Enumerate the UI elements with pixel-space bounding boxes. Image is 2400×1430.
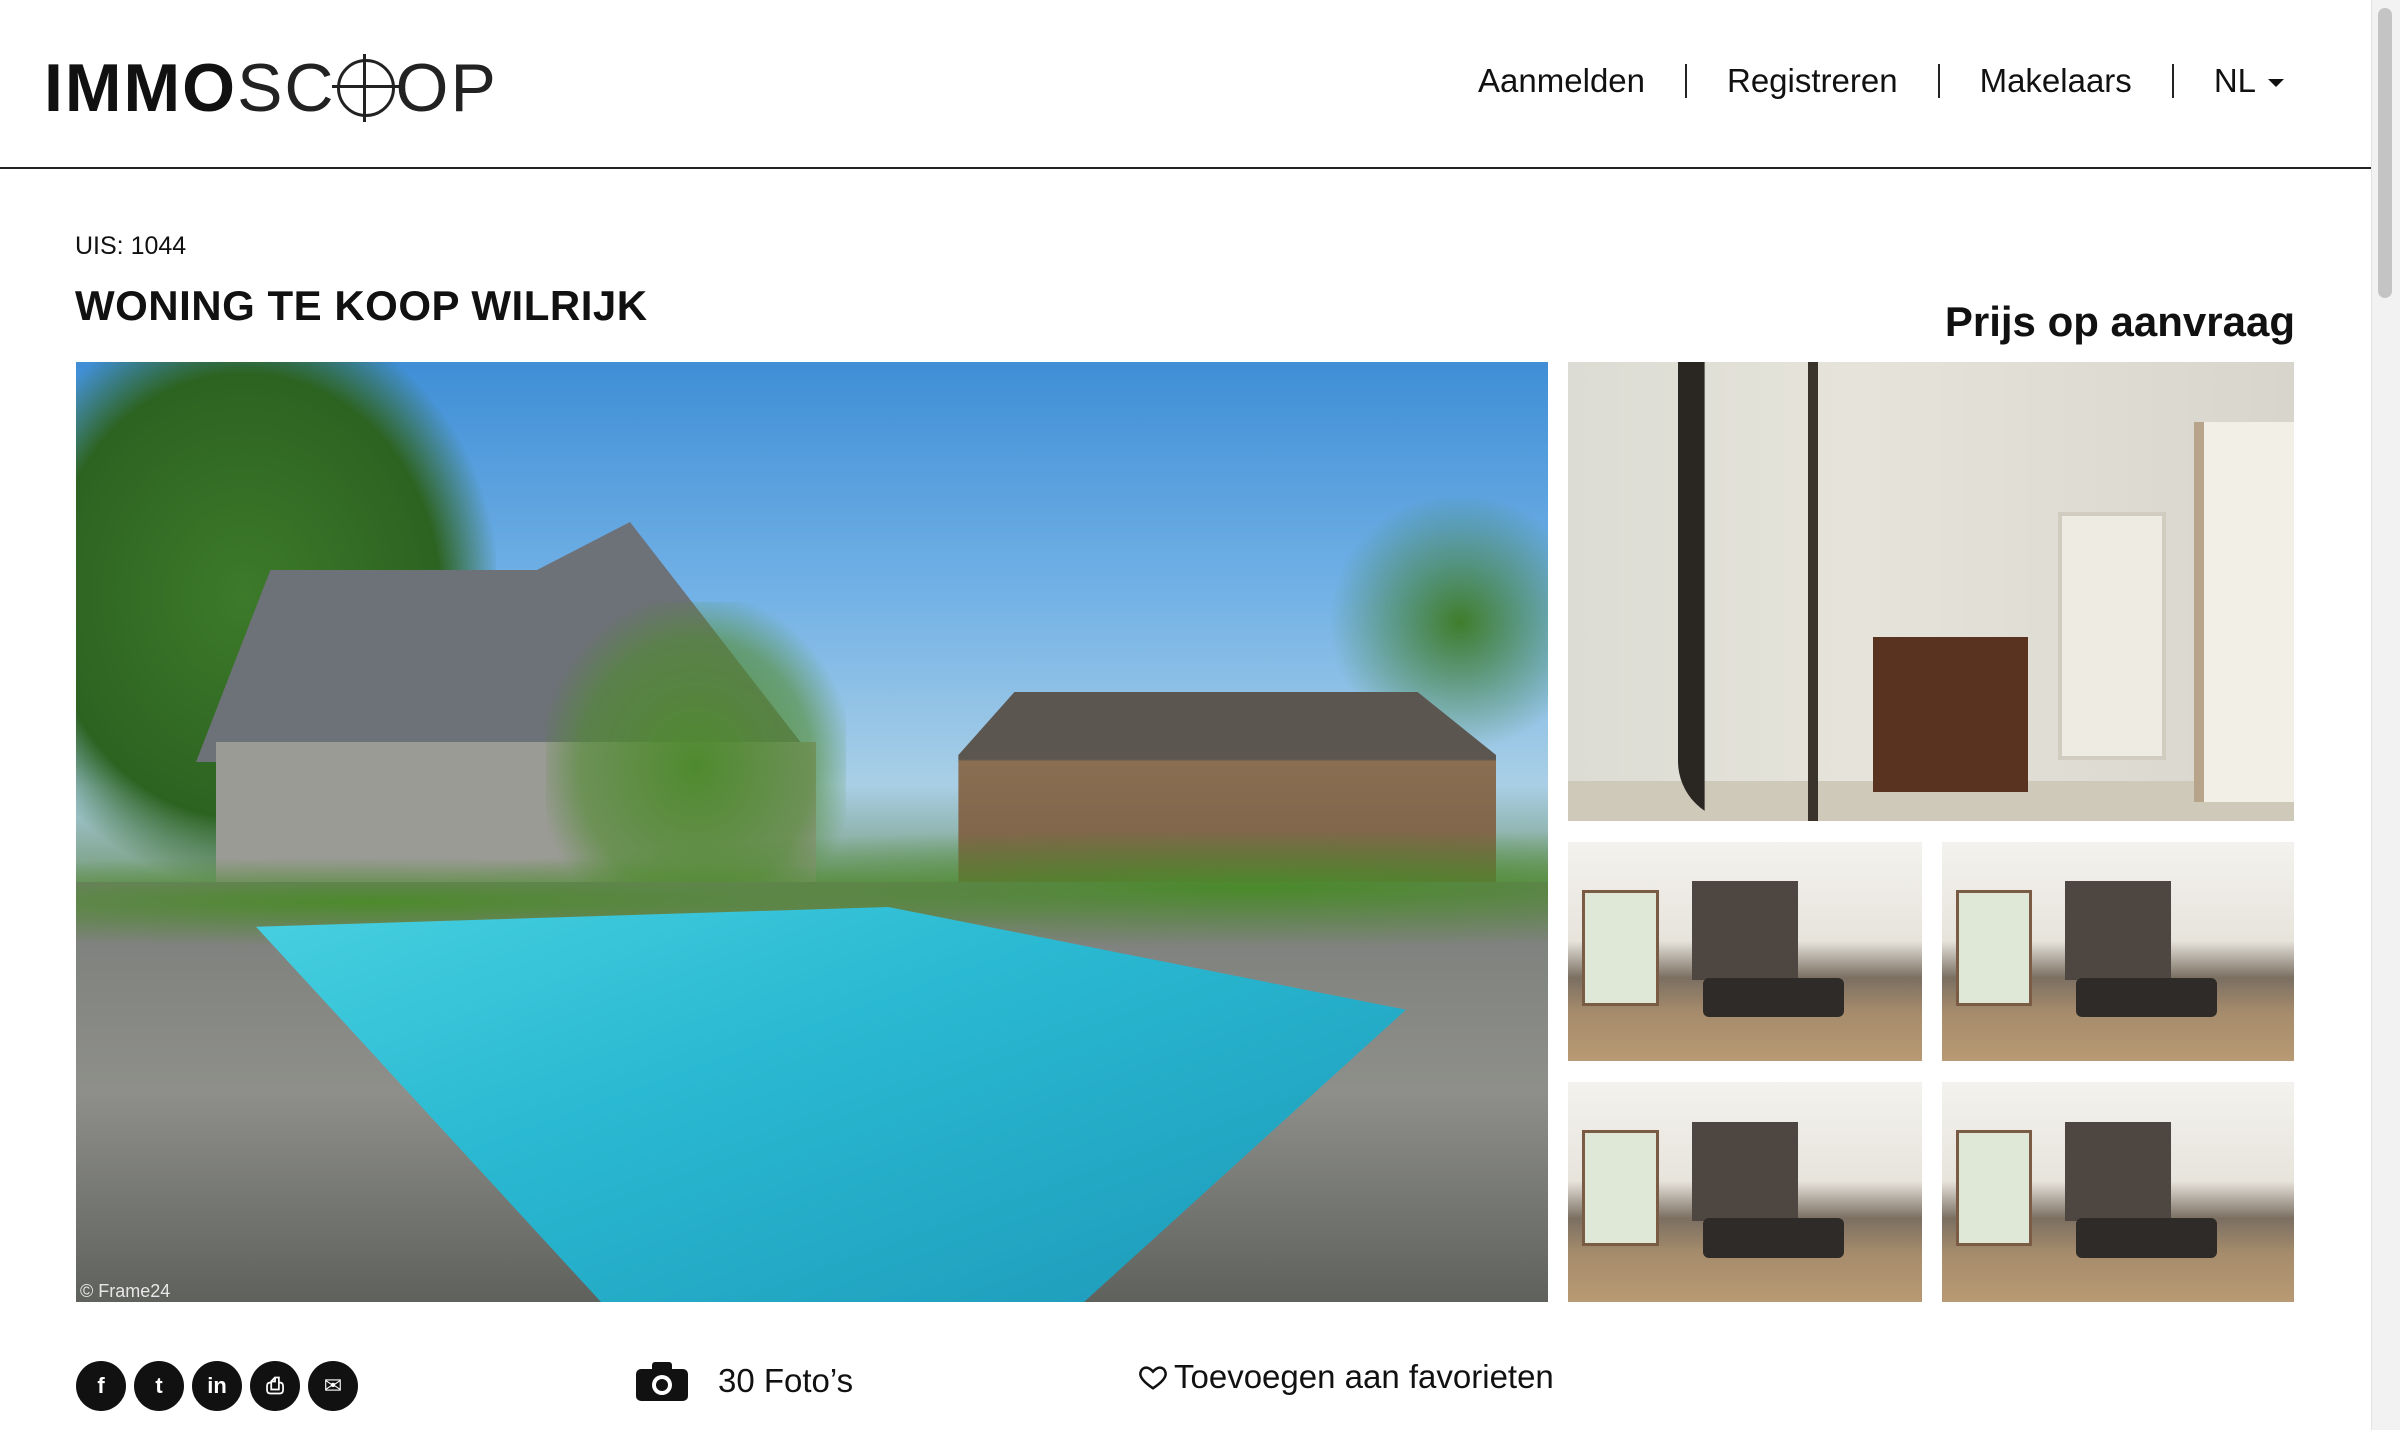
- photo-dresser: [1873, 637, 2028, 792]
- photos-button[interactable]: 30 Foto’s: [636, 1362, 854, 1401]
- photo-window: [1582, 890, 1659, 1006]
- thumbnail-living-2[interactable]: [1942, 842, 2294, 1061]
- top-nav: Aanmelden Registreren Makelaars NL: [1478, 62, 2284, 100]
- language-label: NL: [2213, 62, 2256, 99]
- photo-sofa: [1702, 977, 1845, 1018]
- immoscoop-logo[interactable]: IMMO SC OP: [44, 48, 498, 128]
- photo-window: [1956, 1130, 2033, 1247]
- thumbnail-fireplace[interactable]: [1568, 1082, 1922, 1302]
- photo-window: [2194, 422, 2294, 802]
- language-selector[interactable]: NL: [2214, 62, 2284, 100]
- listing-price: Prijs op aanvraag: [1944, 298, 2295, 345]
- email-icon[interactable]: ✉: [308, 1361, 358, 1411]
- facebook-icon[interactable]: f: [76, 1361, 126, 1411]
- thumbnail-lounge[interactable]: [1942, 1082, 2294, 1302]
- agents-link[interactable]: Makelaars: [1980, 62, 2132, 100]
- photo-window: [1582, 1130, 1659, 1247]
- photo-window: [1956, 890, 2033, 1006]
- photo-sofa: [1702, 1218, 1845, 1258]
- login-link[interactable]: Aanmelden: [1478, 62, 1645, 100]
- thumbnail-living-1[interactable]: [1568, 842, 1922, 1061]
- page-title: WONING TE KOOP WILRIJK: [75, 282, 648, 329]
- photo-sofa: [2075, 1218, 2217, 1258]
- nav-divider: [1937, 64, 1940, 98]
- add-to-favorites-button[interactable]: Toevoegen aan favorieten: [1138, 1358, 1554, 1396]
- photo-wall: [2065, 1121, 2171, 1221]
- crosshair-icon: [331, 54, 400, 122]
- print-icon[interactable]: ⎙: [250, 1361, 300, 1411]
- photo-staircase: [1678, 362, 1818, 821]
- main-photo[interactable]: © Frame24: [76, 362, 1548, 1302]
- photo-wall: [1691, 1121, 1799, 1221]
- caret-down-icon: [2268, 79, 2284, 88]
- thumbnail-hallway[interactable]: [1568, 362, 2294, 821]
- nav-divider: [2171, 64, 2174, 98]
- photo-door: [2058, 512, 2166, 760]
- favorites-label: Toevoegen aan favorieten: [1174, 1358, 1554, 1395]
- nav-divider: [1685, 64, 1687, 98]
- logo-text-light: SC: [237, 50, 336, 126]
- share-buttons: f t in ⎙ ✉: [76, 1361, 358, 1411]
- photo-wall: [1691, 881, 1799, 980]
- camera-icon: [636, 1362, 688, 1401]
- linkedin-icon[interactable]: in: [192, 1361, 242, 1411]
- photo-credit: © Frame24: [80, 1281, 171, 1301]
- photo-sofa: [2075, 977, 2217, 1018]
- listing-id: UIS: 1044: [75, 232, 187, 260]
- twitter-icon[interactable]: t: [134, 1361, 184, 1411]
- page-scrollbar[interactable]: [2371, 0, 2400, 1430]
- scrollbar-thumb[interactable]: [2378, 8, 2392, 298]
- site-header: IMMO SC OP Aanmelden Registreren Makelaars…: [0, 0, 2372, 169]
- heart-icon: [1139, 1366, 1167, 1390]
- register-link[interactable]: Registreren: [1727, 62, 1898, 100]
- photos-count-label: 30 Foto’s: [718, 1362, 854, 1399]
- photo-wall: [2065, 881, 2171, 980]
- logo-text-bold: IMMO: [44, 50, 238, 126]
- logo-text-light-end: OP: [395, 50, 498, 126]
